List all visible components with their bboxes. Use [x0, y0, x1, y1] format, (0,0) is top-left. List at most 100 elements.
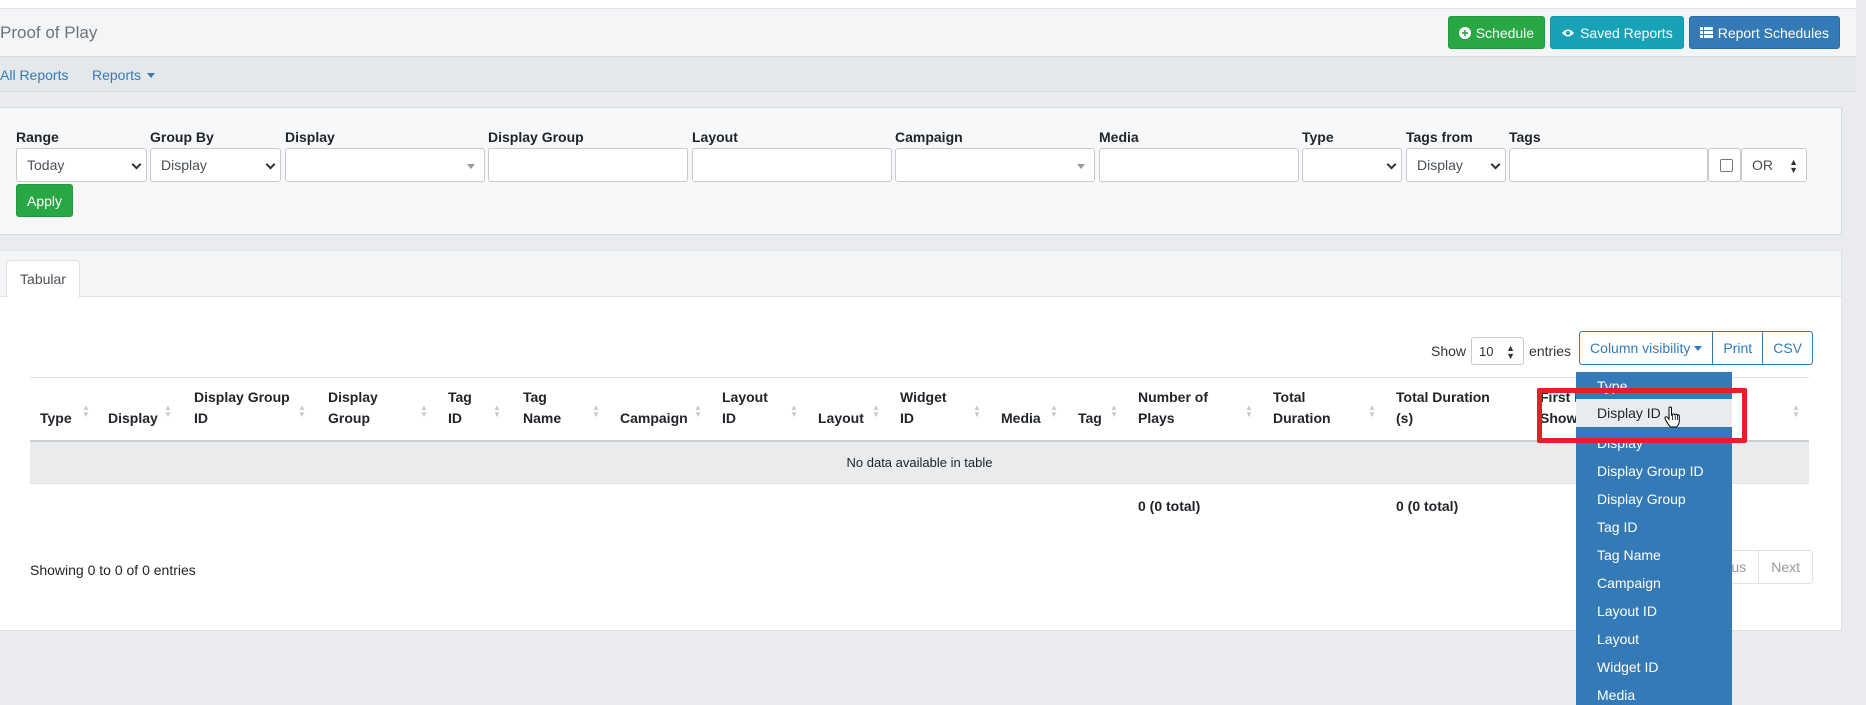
print-button[interactable]: Print	[1712, 331, 1764, 365]
column-toggle-media[interactable]: Media	[1597, 687, 1635, 703]
column-header-total-duration-s[interactable]: Total Duration (s)	[1396, 387, 1506, 429]
media-input[interactable]	[1099, 148, 1299, 182]
exact-tags-toggle[interactable]	[1708, 148, 1741, 182]
column-visibility-label: Column visibility	[1590, 340, 1691, 356]
column-header-tag[interactable]: Tag	[1078, 408, 1102, 429]
column-header-media[interactable]: Media	[1001, 408, 1041, 429]
column-header-total-duration[interactable]: Total Duration	[1273, 387, 1353, 429]
tags-logic-value: OR	[1752, 157, 1773, 173]
footer-plays-total: 0 (0 total)	[1138, 498, 1201, 514]
layout-label: Layout	[692, 129, 738, 145]
type-select[interactable]	[1302, 148, 1402, 182]
top-strip	[0, 0, 1856, 8]
tab-tabular[interactable]: Tabular	[6, 260, 80, 298]
group-by-select[interactable]: Display	[150, 148, 281, 182]
entries-select[interactable]: 10 ▲ ▼	[1471, 337, 1525, 365]
sort-icon: ▲ ▼	[1050, 403, 1058, 419]
table-footer: 0 (0 total) 0 (0 total)	[30, 484, 1809, 526]
list-icon	[1699, 27, 1713, 38]
column-header-widget-id[interactable]: Widget ID	[900, 387, 960, 429]
saved-reports-button[interactable]: Saved Reports	[1550, 16, 1684, 49]
column-toggle-tag-name[interactable]: Tag Name	[1597, 547, 1661, 563]
report-schedules-button[interactable]: Report Schedules	[1688, 16, 1840, 49]
sort-icon: ▲ ▼	[1110, 403, 1118, 419]
chevron-down-icon	[131, 159, 142, 170]
reports-navbar: All Reports Reports	[0, 56, 1856, 92]
sort-icon: ▲ ▼	[1368, 403, 1376, 419]
sort-icon: ▲ ▼	[1792, 403, 1800, 419]
exact-tags-checkbox[interactable]	[1720, 159, 1733, 172]
display-label: Display	[285, 129, 335, 145]
column-toggle-layout[interactable]: Layout	[1597, 631, 1639, 647]
column-header-display-group-id[interactable]: Display Group ID	[194, 387, 294, 429]
column-toggle-layout-id[interactable]: Layout ID	[1597, 603, 1657, 619]
schedule-button[interactable]: Schedule	[1447, 16, 1546, 49]
sort-icon: ▲ ▼	[420, 403, 428, 419]
column-toggle-campaign[interactable]: Campaign	[1597, 575, 1661, 591]
campaign-select[interactable]	[895, 148, 1095, 182]
hand-pointer-icon	[1664, 406, 1680, 428]
column-header-layout[interactable]: Layout	[818, 408, 864, 429]
footer-duration-total: 0 (0 total)	[1396, 498, 1459, 514]
sort-icon: ▲ ▼	[164, 403, 172, 419]
sort-icon: ▲ ▼	[298, 403, 306, 419]
column-header-number-of-plays[interactable]: Number of Plays	[1138, 387, 1228, 429]
plus-circle-icon	[1458, 26, 1471, 39]
chevron-down-icon	[265, 159, 276, 170]
entries-length-control: Show 10 ▲ ▼ entries	[1431, 337, 1571, 365]
column-toggle-tag-id[interactable]: Tag ID	[1597, 519, 1637, 535]
page-header: Proof of Play Schedule Saved Reports Rep…	[0, 8, 1856, 56]
column-header-tag-id[interactable]: Tag ID	[448, 387, 488, 429]
caret-down-icon	[1077, 164, 1085, 169]
column-toggle-display-group[interactable]: Display Group	[1597, 491, 1686, 507]
column-header-tag-name[interactable]: Tag Name	[523, 387, 568, 429]
tags-from-label: Tags from	[1406, 129, 1473, 145]
column-header-display[interactable]: Display	[108, 408, 158, 429]
next-page-button[interactable]: Next	[1758, 550, 1813, 584]
tags-logic-select[interactable]: OR ▲ ▼	[1741, 148, 1807, 182]
caret-down-icon	[147, 73, 156, 78]
campaign-label: Campaign	[895, 129, 963, 145]
report-schedules-label: Report Schedules	[1717, 24, 1829, 41]
all-reports-link[interactable]: All Reports	[0, 67, 68, 83]
page-title: Proof of Play	[0, 23, 98, 42]
show-label: Show	[1431, 343, 1467, 359]
sort-arrows-icon: ▲ ▼	[1506, 343, 1516, 361]
sort-icon: ▲ ▼	[694, 403, 702, 419]
sort-icon: ▲ ▼	[1245, 403, 1253, 419]
highlight-annotation-box	[1537, 388, 1747, 443]
chevron-down-icon	[1386, 159, 1397, 170]
sort-icon: ▲ ▼	[493, 403, 501, 419]
display-select[interactable]	[285, 148, 485, 182]
tags-from-select[interactable]: Display	[1406, 148, 1506, 182]
column-toggle-display-group-id[interactable]: Display Group ID	[1597, 463, 1704, 479]
filter-panel: Range Group By Display Display Group Lay…	[0, 107, 1842, 235]
reports-dropdown-label: Reports	[92, 67, 142, 83]
table-buttons: Column visibility Print CSV	[1579, 331, 1813, 365]
eye-icon	[1562, 29, 1575, 36]
caret-down-icon	[1694, 345, 1703, 351]
csv-button[interactable]: CSV	[1762, 331, 1813, 365]
entries-label: entries	[1529, 343, 1572, 359]
reports-dropdown[interactable]: Reports	[92, 67, 156, 83]
range-label: Range	[16, 129, 59, 145]
column-header-display-group[interactable]: Display Group	[328, 387, 398, 429]
range-select[interactable]: Today	[16, 148, 147, 182]
column-header-type[interactable]: Type	[40, 408, 72, 429]
caret-down-icon	[467, 164, 475, 169]
column-visibility-button[interactable]: Column visibility	[1579, 331, 1714, 365]
sort-icon: ▲ ▼	[790, 403, 798, 419]
apply-button[interactable]: Apply	[16, 184, 74, 217]
chevron-down-icon	[1490, 159, 1501, 170]
column-header-layout-id[interactable]: Layout ID	[722, 387, 782, 429]
column-toggle-widget-id[interactable]: Widget ID	[1597, 659, 1658, 675]
header-actions: Schedule Saved Reports Report Schedules	[1447, 16, 1840, 49]
tags-input[interactable]	[1509, 148, 1708, 182]
empty-table-row: No data available in table	[30, 442, 1809, 484]
display-group-input[interactable]	[488, 148, 688, 182]
saved-reports-label: Saved Reports	[1580, 24, 1673, 41]
sort-icon: ▲ ▼	[82, 403, 90, 419]
range-value: Today	[27, 157, 65, 173]
layout-input[interactable]	[692, 148, 892, 182]
column-header-campaign[interactable]: Campaign	[620, 408, 688, 429]
